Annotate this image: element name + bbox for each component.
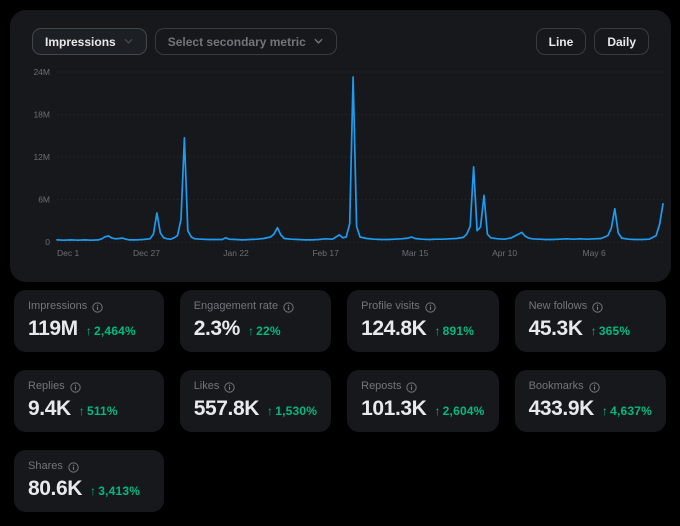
metric-card-value: 2.3%	[194, 316, 240, 341]
metric-card-value: 45.3K	[529, 316, 583, 341]
chart-area: 24M 18M 12M 6M 0 Dec 1 Dec 27 Jan 22 Feb 17 Mar 1…	[20, 62, 670, 283]
secondary-metric-select[interactable]: Select secondary metric	[155, 28, 337, 55]
metric-card-label: New follows	[529, 300, 588, 313]
metrics-summary-grid: Impressions 119M ↑2,464% Engagement rate	[14, 290, 666, 512]
impressions-series-line	[57, 77, 663, 240]
metric-card: Likes 557.8K ↑1,530%	[180, 370, 331, 432]
info-icon[interactable]	[92, 302, 103, 313]
info-icon[interactable]	[70, 382, 81, 393]
metric-card: Engagement rate 2.3% ↑22%	[180, 290, 331, 352]
metric-card: New follows 45.3K ↑365%	[515, 290, 666, 352]
primary-metric-label: Impressions	[45, 35, 116, 49]
metric-card-value: 101.3K	[361, 396, 426, 421]
chart-type-button[interactable]: Line	[536, 28, 587, 55]
y-axis-tick-label: 12M	[33, 152, 50, 162]
increase-arrow-icon: ↑	[434, 324, 440, 338]
increase-arrow-icon: ↑	[86, 324, 92, 338]
metric-card-change: ↑1,530%	[267, 404, 317, 418]
impressions-line-chart[interactable]: 24M 18M 12M 6M 0 Dec 1 Dec 27 Jan 22 Feb 17 Mar 1…	[20, 62, 670, 278]
metric-card-change: ↑2,464%	[86, 324, 136, 338]
info-icon[interactable]	[592, 302, 603, 313]
info-icon[interactable]	[406, 382, 417, 393]
metric-card-label: Impressions	[28, 300, 87, 313]
metric-card: Shares 80.6K ↑3,413%	[14, 450, 164, 512]
x-axis-tick-label: Jan 22	[223, 248, 249, 258]
metric-card-value: 80.6K	[28, 476, 82, 501]
metric-card-change: ↑891%	[434, 324, 474, 338]
metric-card-label: Bookmarks	[529, 380, 584, 393]
metric-card-change: ↑3,413%	[90, 484, 140, 498]
chevron-down-icon	[313, 36, 324, 47]
metric-card-value: 119M	[28, 316, 78, 341]
metric-card: Replies 9.4K ↑511%	[14, 370, 164, 432]
metric-card-change: ↑22%	[248, 324, 281, 338]
metric-card-change: ↑511%	[79, 404, 118, 418]
metric-card-value: 9.4K	[28, 396, 71, 421]
metric-card: Bookmarks 433.9K ↑4,637%	[515, 370, 666, 432]
primary-metric-button[interactable]: Impressions	[32, 28, 147, 55]
increase-arrow-icon: ↑	[90, 484, 96, 498]
chart-type-label: Line	[549, 35, 574, 49]
chevron-down-icon	[123, 36, 134, 47]
increase-arrow-icon: ↑	[79, 404, 85, 418]
metric-card-value: 124.8K	[361, 316, 426, 341]
secondary-metric-placeholder: Select secondary metric	[168, 35, 306, 49]
metric-card-label: Replies	[28, 380, 65, 393]
granularity-button[interactable]: Daily	[594, 28, 649, 55]
info-icon[interactable]	[224, 382, 235, 393]
info-icon[interactable]	[283, 302, 294, 313]
metric-card-label: Shares	[28, 460, 63, 473]
increase-arrow-icon: ↑	[434, 404, 440, 418]
info-icon[interactable]	[589, 382, 600, 393]
info-icon[interactable]	[68, 462, 79, 473]
x-axis-tick-label: May 6	[583, 248, 606, 258]
metric-card-change: ↑365%	[591, 324, 631, 338]
increase-arrow-icon: ↑	[591, 324, 597, 338]
x-axis-tick-label: Dec 27	[133, 248, 160, 258]
info-icon[interactable]	[425, 302, 436, 313]
x-axis-tick-label: Feb 17	[312, 248, 339, 258]
increase-arrow-icon: ↑	[267, 404, 273, 418]
metric-card: Reposts 101.3K ↑2,604%	[347, 370, 498, 432]
metric-card-label: Likes	[194, 380, 220, 393]
analytics-page: Impressions Select secondary metric Line	[0, 10, 680, 512]
x-axis-tick-label: Dec 1	[57, 248, 79, 258]
x-axis-tick-label: Mar 15	[402, 248, 429, 258]
metric-card-change: ↑4,637%	[602, 404, 652, 418]
y-axis-tick-label: 24M	[33, 67, 50, 77]
metric-card-label: Profile visits	[361, 300, 420, 313]
granularity-label: Daily	[607, 35, 636, 49]
y-axis-tick-label: 18M	[33, 110, 50, 120]
metric-selectors: Impressions Select secondary metric	[32, 28, 337, 55]
y-axis-tick-label: 6M	[38, 195, 50, 205]
metric-card-label: Reposts	[361, 380, 401, 393]
y-axis-tick-label: 0	[45, 237, 50, 247]
chart-toolbar: Impressions Select secondary metric Line	[10, 28, 671, 55]
metric-card: Profile visits 124.8K ↑891%	[347, 290, 498, 352]
increase-arrow-icon: ↑	[602, 404, 608, 418]
increase-arrow-icon: ↑	[248, 324, 254, 338]
chart-display-options: Line Daily	[536, 28, 649, 55]
metric-card-value: 433.9K	[529, 396, 594, 421]
chart-panel: Impressions Select secondary metric Line	[10, 10, 671, 282]
metric-card: Impressions 119M ↑2,464%	[14, 290, 164, 352]
metric-card-label: Engagement rate	[194, 300, 278, 313]
metric-card-change: ↑2,604%	[434, 404, 484, 418]
metric-card-value: 557.8K	[194, 396, 259, 421]
x-axis-tick-label: Apr 10	[492, 248, 517, 258]
